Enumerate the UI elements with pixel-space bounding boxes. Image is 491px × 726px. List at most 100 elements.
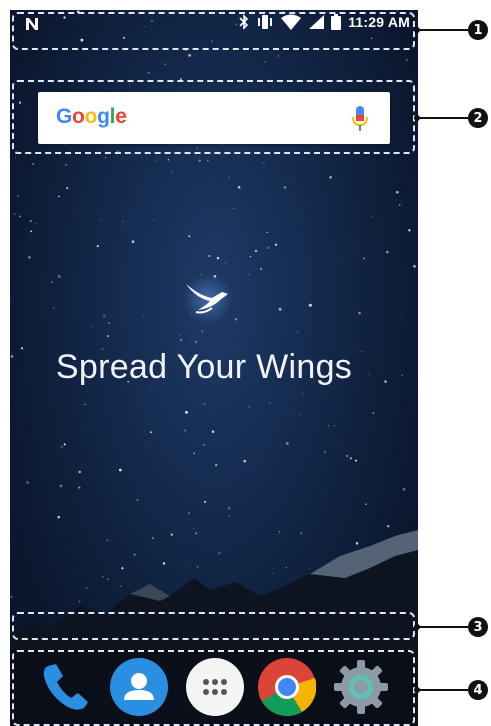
star <box>278 307 282 311</box>
star <box>208 255 211 257</box>
star <box>118 468 122 472</box>
star <box>363 257 365 260</box>
star <box>327 425 329 427</box>
star <box>323 450 327 454</box>
star <box>269 402 271 404</box>
star <box>262 69 264 71</box>
star <box>78 470 81 474</box>
star <box>149 431 152 434</box>
star <box>371 216 373 218</box>
search-widget-region <box>12 80 415 154</box>
star <box>401 374 404 377</box>
star <box>203 402 206 405</box>
callout-leader <box>418 689 468 691</box>
star <box>266 231 268 234</box>
star <box>32 163 35 166</box>
star <box>110 299 112 301</box>
star <box>237 185 241 189</box>
star <box>183 429 187 432</box>
star <box>349 457 352 460</box>
star <box>150 387 152 389</box>
home-screen: 11:29 AM Google Spread Your Wings <box>10 10 418 726</box>
star <box>248 405 251 408</box>
star <box>413 264 416 268</box>
star <box>215 464 218 467</box>
star <box>358 311 361 315</box>
star <box>395 190 399 194</box>
star <box>100 219 102 221</box>
star <box>64 163 68 167</box>
star <box>156 159 158 161</box>
star <box>216 256 220 260</box>
star <box>102 314 106 318</box>
star <box>171 180 173 181</box>
star <box>243 459 247 463</box>
star <box>143 315 145 317</box>
star <box>190 339 192 341</box>
star <box>193 452 195 455</box>
star <box>185 410 188 414</box>
star <box>164 63 167 66</box>
star <box>35 222 37 224</box>
star <box>90 325 93 328</box>
star <box>274 243 278 246</box>
callout-leader <box>418 626 468 628</box>
star <box>401 318 402 320</box>
wallpaper-slogan: Spread Your Wings <box>55 348 353 386</box>
star <box>346 454 348 457</box>
star <box>52 307 55 309</box>
star <box>60 445 64 449</box>
star <box>188 53 192 57</box>
page-indicator-region <box>12 612 415 640</box>
star <box>277 55 280 57</box>
star <box>179 339 183 342</box>
star <box>397 463 399 465</box>
star <box>28 256 31 259</box>
star <box>355 459 358 462</box>
star <box>30 220 32 222</box>
star <box>211 430 215 433</box>
star <box>309 303 312 307</box>
star <box>386 250 389 254</box>
star <box>201 330 204 333</box>
star <box>305 201 307 203</box>
star <box>50 280 54 284</box>
star <box>104 157 107 159</box>
star <box>405 58 409 62</box>
star <box>58 195 60 198</box>
star <box>207 159 209 162</box>
star <box>15 156 16 158</box>
star <box>84 403 86 406</box>
star <box>258 240 260 241</box>
star <box>153 219 154 221</box>
star <box>171 171 174 174</box>
star <box>232 207 234 209</box>
star <box>184 49 186 51</box>
star <box>263 161 265 164</box>
star <box>209 346 211 347</box>
star <box>228 176 230 179</box>
star <box>19 215 22 218</box>
star <box>285 442 289 445</box>
star <box>283 186 287 189</box>
star <box>108 322 110 325</box>
star <box>194 340 198 344</box>
star <box>13 212 16 216</box>
callout-4: 4 <box>468 680 488 700</box>
star <box>30 230 32 233</box>
star <box>267 246 270 250</box>
star <box>329 176 332 179</box>
star <box>249 255 252 258</box>
callout-leader <box>418 117 468 119</box>
star <box>254 249 258 253</box>
star <box>131 240 135 244</box>
star <box>225 262 226 264</box>
star <box>85 192 87 193</box>
star <box>66 187 69 190</box>
star <box>107 334 110 338</box>
star <box>55 206 57 208</box>
star <box>63 443 66 446</box>
star <box>16 194 19 197</box>
star <box>234 318 238 321</box>
dock-region <box>12 650 415 726</box>
